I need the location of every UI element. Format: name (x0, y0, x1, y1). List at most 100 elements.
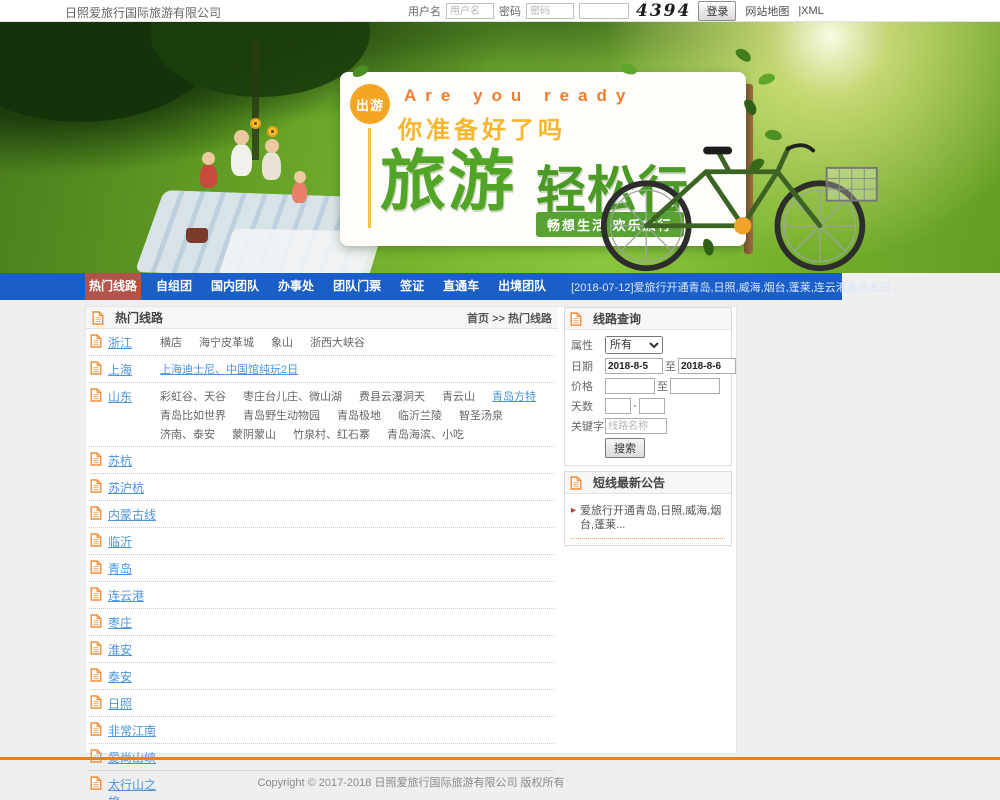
notice-header: 短线最新公告 (565, 472, 731, 494)
document-icon (90, 388, 102, 402)
document-icon (90, 560, 102, 574)
region-link[interactable]: 苏杭 (108, 452, 160, 469)
region-link[interactable]: 日照 (108, 695, 160, 712)
route-row: 苏杭 (89, 447, 554, 474)
person-figure (262, 152, 281, 180)
person-figure (292, 182, 307, 203)
days-from-input[interactable] (605, 398, 631, 414)
document-icon (90, 452, 102, 466)
search-button[interactable]: 搜索 (605, 438, 645, 458)
dash-label: - (633, 400, 637, 412)
region-link[interactable]: 临沂 (108, 533, 160, 550)
document-icon (92, 311, 104, 325)
region-link[interactable]: 内蒙古线 (108, 506, 160, 523)
document-icon (90, 334, 102, 348)
bicycle-graphic (585, 110, 885, 273)
nav-item-7[interactable]: 出境团队 (494, 273, 550, 300)
sub-route-link[interactable]: 青岛方特 (492, 388, 536, 404)
to-label: 至 (657, 378, 668, 394)
attribute-label: 属性 (571, 337, 605, 353)
region-link[interactable]: 青岛 (108, 560, 160, 577)
nav-item-2[interactable]: 国内团队 (207, 273, 263, 300)
username-input[interactable] (446, 3, 494, 19)
sub-routes: 上海迪士尼、中国馆纯玩2日 (160, 361, 554, 377)
nav-item-6[interactable]: 直通车 (439, 273, 483, 300)
content-box: 热门线路 首页 >> 热门线路 浙江横店海宁皮革城象山浙西大峡谷上海上海迪士尼、… (85, 306, 737, 754)
document-icon (90, 587, 102, 601)
keyword-input[interactable] (605, 418, 667, 434)
nav-item-5[interactable]: 签证 (396, 273, 428, 300)
region-link[interactable]: 苏沪杭 (108, 479, 160, 496)
sub-route-text: 横店 (160, 334, 182, 350)
sub-route-text: 临沂兰陵 (398, 407, 442, 423)
breadcrumb[interactable]: 首页 >> 热门线路 (467, 310, 552, 326)
sub-route-text: 象山 (271, 334, 293, 350)
sub-routes: 彩虹谷、天谷枣庄台儿庄、微山湖费县云瀑洞天青云山青岛方特青岛比如世界青岛野生动物… (160, 388, 554, 442)
document-icon (90, 641, 102, 655)
document-icon (90, 533, 102, 547)
region-link[interactable]: 连云港 (108, 587, 160, 604)
document-icon (570, 312, 582, 326)
date-from-input[interactable] (605, 358, 663, 374)
sub-route-text: 青岛比如世界 (160, 407, 226, 423)
person-figure (202, 152, 215, 165)
sub-route-text: 青岛极地 (337, 407, 381, 423)
hot-routes-panel: 热门线路 首页 >> 热门线路 浙江横店海宁皮革城象山浙西大峡谷上海上海迪士尼、… (86, 307, 558, 755)
nav-item-1[interactable]: 自组团 (152, 273, 196, 300)
price-label: 价格 (571, 378, 605, 394)
sitemap-link[interactable]: 网站地图 (745, 3, 789, 19)
person-figure (234, 130, 249, 145)
sub-route-text: 济南、泰安 (160, 426, 215, 442)
date-label: 日期 (571, 358, 605, 374)
route-row: 内蒙古线 (89, 501, 554, 528)
route-row: 浙江横店海宁皮革城象山浙西大峡谷 (89, 329, 554, 356)
badge-line (368, 128, 371, 228)
nav-item-3[interactable]: 办事处 (274, 273, 318, 300)
xml-link[interactable]: |XML (798, 5, 823, 17)
region-link[interactable]: 上海 (108, 361, 160, 378)
region-link[interactable]: 非常江南 (108, 722, 160, 739)
sidebar: 线路查询 属性 所有 日期 至 价格 (564, 307, 732, 551)
sub-routes: 横店海宁皮革城象山浙西大峡谷 (160, 334, 554, 350)
document-icon (90, 722, 102, 736)
captcha-image[interactable]: 4394 (634, 1, 693, 21)
region-link[interactable]: 枣庄 (108, 614, 160, 631)
route-row: 淮安 (89, 636, 554, 663)
password-input[interactable] (526, 3, 574, 19)
sub-route-text: 蒙阴蒙山 (232, 426, 276, 442)
sub-route-link[interactable]: 上海迪士尼、中国馆纯玩2日 (160, 361, 298, 377)
document-icon (570, 476, 582, 490)
nav-item-0[interactable]: 热门线路 (85, 273, 141, 300)
region-link[interactable]: 山东 (108, 388, 160, 405)
region-link[interactable]: 淮安 (108, 641, 160, 658)
news-ticker[interactable]: [2018-07-12]爱旅行开通青岛,日照,威海,烟台,蓬莱,连云港金品五日.… (571, 279, 900, 295)
leaf-decoration (734, 46, 754, 64)
route-row: 山东彩虹谷、天谷枣庄台儿庄、微山湖费县云瀑洞天青云山青岛方特青岛比如世界青岛野生… (89, 383, 554, 447)
route-row: 青岛 (89, 555, 554, 582)
date-to-input[interactable] (678, 358, 736, 374)
attribute-select[interactable]: 所有 (605, 336, 663, 354)
sub-route-text: 费县云瀑洞天 (359, 388, 425, 404)
banner-title-main: 旅游 (380, 128, 516, 224)
route-row: 上海上海迪士尼、中国馆纯玩2日 (89, 356, 554, 383)
nav-item-4[interactable]: 团队门票 (329, 273, 385, 300)
sunflower (267, 126, 278, 137)
days-label: 天数 (571, 398, 605, 414)
region-link[interactable]: 浙江 (108, 334, 160, 351)
hero-banner: 出游 Are you ready 你准备好了吗 旅游 轻松行 畅想生活 欢乐旅行 (0, 22, 1000, 273)
notice-panel: 短线最新公告 ▸爱旅行开通青岛,日照,威海,烟台,蓬莱... (564, 471, 732, 546)
company-name: 日照爱旅行国际旅游有限公司 (65, 4, 221, 21)
tree-trunk (252, 40, 259, 160)
footer-accent-line (0, 757, 1000, 760)
sub-route-text: 青岛野生动物园 (243, 407, 320, 423)
captcha-input[interactable] (579, 3, 629, 19)
sub-route-text: 海宁皮革城 (199, 334, 254, 350)
region-link[interactable]: 泰安 (108, 668, 160, 685)
days-to-input[interactable] (639, 398, 665, 414)
hot-routes-header: 热门线路 首页 >> 热门线路 (86, 307, 558, 329)
login-button[interactable]: 登录 (698, 1, 736, 21)
notice-item[interactable]: ▸爱旅行开通青岛,日照,威海,烟台,蓬莱... (571, 504, 725, 539)
price-from-input[interactable] (605, 378, 655, 394)
price-to-input[interactable] (670, 378, 720, 394)
travel-badge: 出游 (350, 84, 390, 124)
